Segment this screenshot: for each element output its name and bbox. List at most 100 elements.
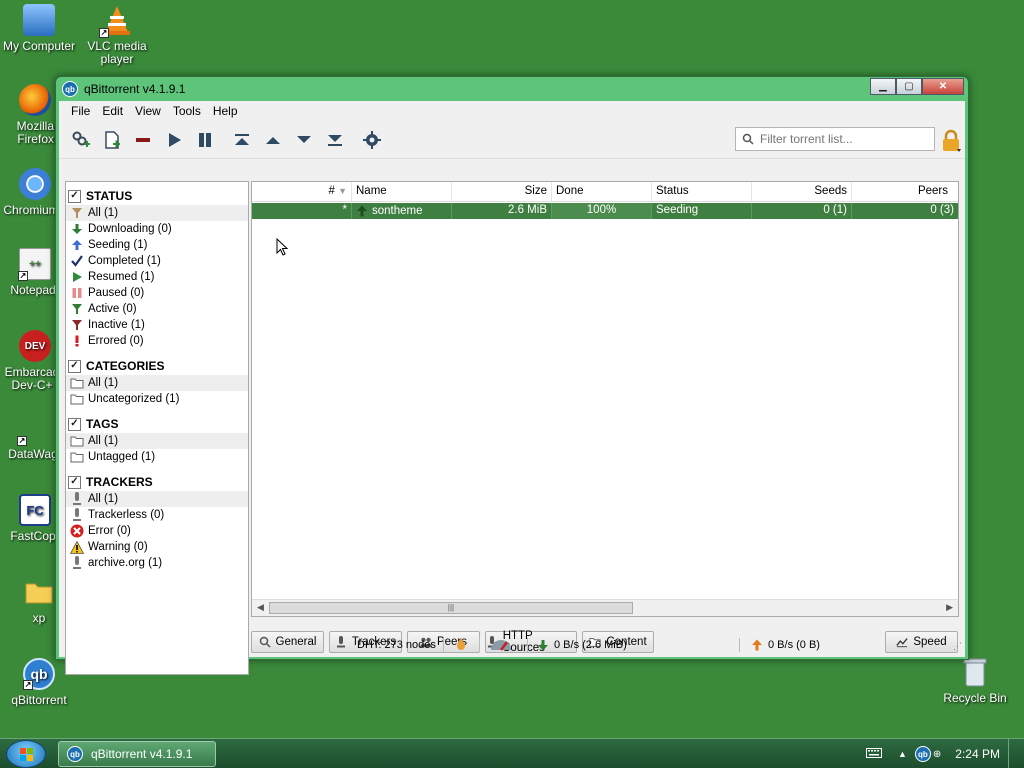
column-header-peers[interactable]: Peers [852, 182, 952, 201]
status-filter-completed[interactable]: Completed (1) [66, 253, 248, 269]
categories-section-checkbox[interactable]: ✓ [68, 359, 81, 373]
pause-button[interactable] [189, 126, 220, 154]
status-filter-seeding[interactable]: Seeding (1) [66, 237, 248, 253]
folder-icon [70, 376, 84, 390]
menu-view[interactable]: View [129, 104, 167, 118]
menu-help[interactable]: Help [207, 104, 244, 118]
status-section-header[interactable]: ✓ STATUS [66, 187, 248, 205]
checkmark-icon [70, 254, 84, 268]
menu-edit[interactable]: Edit [96, 104, 129, 118]
move-down-button[interactable] [288, 126, 319, 154]
alt-speed-limits-icon[interactable] [489, 637, 513, 654]
column-header-status[interactable]: Status [652, 182, 752, 201]
status-filter-label: Paused (0) [88, 287, 145, 299]
torrent-row[interactable]: * sontheme 2.6 MiB 100% Seeding 0 (1) 0 … [252, 203, 958, 219]
download-speed[interactable]: 0 B/s (2.6 MiB) [537, 639, 627, 651]
chromium-icon [19, 168, 51, 200]
keyboard-icon[interactable] [865, 747, 882, 761]
title-bar[interactable]: qb qBittorrent v4.1.9.1 ▁ ▢ ✕ [56, 77, 968, 101]
qbittorrent-tray-icon[interactable]: qb [914, 746, 931, 762]
tray-secondary-icon[interactable]: ⊕ [933, 749, 941, 760]
taskbar: qb qBittorrent v4.1.9.1 ▲ qb ⊕ 2:24 PM [0, 738, 1024, 768]
torrent-name-cell: sontheme [352, 203, 452, 219]
menu-tools[interactable]: Tools [167, 104, 207, 118]
delete-torrent-button[interactable] [127, 126, 158, 154]
tracker-filter-trackerless[interactable]: Trackerless (0) [66, 507, 248, 523]
folder-icon [23, 576, 55, 608]
tracker-filter-error[interactable]: Error (0) [66, 523, 248, 539]
move-bottom-button[interactable] [319, 126, 350, 154]
clock[interactable]: 2:24 PM [955, 747, 1000, 761]
status-filter-paused[interactable]: Paused (0) [66, 285, 248, 301]
tags-section-header[interactable]: ✓ TAGS [66, 415, 248, 433]
filter-torrent-input[interactable] [760, 132, 930, 146]
resume-button[interactable] [158, 126, 189, 154]
desktop-icon-vlc[interactable]: ↗ VLC media player [78, 4, 156, 66]
filter-torrent-input-box[interactable] [735, 127, 935, 151]
scroll-right-icon[interactable]: ▶ [946, 602, 953, 613]
column-header-size[interactable]: Size [452, 182, 552, 201]
categories-section-header[interactable]: ✓ CATEGORIES [66, 357, 248, 375]
tracker-filter-warning[interactable]: Warning (0) [66, 539, 248, 555]
show-desktop-button[interactable] [1008, 739, 1018, 768]
tracker-filter-all[interactable]: All (1) [66, 491, 248, 507]
dht-nodes: DHT: 273 nodes [357, 639, 436, 651]
torrent-name: sontheme [372, 205, 423, 217]
desktop-icon-my-computer[interactable]: My Computer [0, 4, 78, 53]
tags-section-checkbox[interactable]: ✓ [68, 417, 81, 431]
resize-grip-icon[interactable]: ⋰ [953, 641, 962, 652]
move-up-button[interactable] [257, 126, 288, 154]
trackers-section-checkbox[interactable]: ✓ [68, 475, 81, 489]
options-button[interactable] [356, 126, 387, 154]
tag-filter-untagged[interactable]: Untagged (1) [66, 449, 248, 465]
upload-speed[interactable]: 0 B/s (0 B) [751, 639, 820, 651]
tracker-filter-label: archive.org (1) [88, 557, 163, 569]
column-header-label: # [328, 185, 335, 197]
trackers-section-header[interactable]: ✓ TRACKERS [66, 473, 248, 491]
status-filter-errored[interactable]: Errored (0) [66, 333, 248, 349]
add-torrent-link-button[interactable] [65, 126, 96, 154]
shortcut-arrow-icon: ↗ [17, 436, 27, 446]
status-separator [443, 638, 444, 652]
column-header-label: Size [524, 185, 547, 197]
desktop-icon-label: VLC media player [87, 39, 147, 66]
firefox-icon [19, 84, 51, 116]
tracker-filter-label: Trackerless (0) [88, 509, 165, 521]
scrollbar-thumb[interactable]: ||| [269, 602, 633, 614]
warning-triangle-icon [70, 540, 84, 554]
status-filter-resumed[interactable]: Resumed (1) [66, 269, 248, 285]
tag-filter-all[interactable]: All (1) [66, 433, 248, 449]
category-filter-all[interactable]: All (1) [66, 375, 248, 391]
window-title: qBittorrent v4.1.9.1 [84, 82, 186, 96]
move-top-button[interactable] [226, 126, 257, 154]
show-hidden-icons-icon[interactable]: ▲ [898, 749, 907, 759]
minimize-button[interactable]: ▁ [870, 78, 896, 95]
column-header-done[interactable]: Done [552, 182, 652, 201]
desktop-icon-recycle-bin[interactable]: Recycle Bin [936, 656, 1014, 705]
column-header-number[interactable]: # ▼ [252, 182, 352, 201]
computer-icon [23, 4, 55, 36]
menu-file[interactable]: File [65, 104, 96, 118]
scroll-left-icon[interactable]: ◀ [257, 602, 264, 613]
column-header-seeds[interactable]: Seeds [752, 182, 852, 201]
tracker-filter-archive-org[interactable]: archive.org (1) [66, 555, 248, 571]
filter-sidebar: ✓ STATUS All (1) Downloading (0) Seeding… [65, 181, 249, 675]
status-filter-downloading[interactable]: Downloading (0) [66, 221, 248, 237]
connection-status-icon[interactable] [455, 637, 467, 654]
status-filter-all[interactable]: All (1) [66, 205, 248, 221]
category-filter-uncategorized[interactable]: Uncategorized (1) [66, 391, 248, 407]
status-section-checkbox[interactable]: ✓ [68, 189, 81, 203]
maximize-button[interactable]: ▢ [896, 78, 922, 95]
start-button[interactable] [6, 740, 46, 768]
taskbar-qbittorrent-button[interactable]: qb qBittorrent v4.1.9.1 [58, 741, 216, 767]
close-button[interactable]: ✕ [922, 78, 964, 95]
add-torrent-file-button[interactable] [96, 126, 127, 154]
horizontal-scrollbar[interactable]: ◀ ||| ▶ [252, 599, 958, 616]
column-header-name[interactable]: Name [352, 182, 452, 201]
status-separator [739, 638, 740, 652]
sort-descending-icon: ▼ [338, 186, 347, 196]
status-bar: DHT: 273 nodes 0 B/s (2.6 MiB) 0 B/s (0 … [59, 635, 965, 657]
status-filter-active[interactable]: Active (0) [66, 301, 248, 317]
lock-ui-button[interactable] [939, 129, 963, 153]
status-filter-inactive[interactable]: Inactive (1) [66, 317, 248, 333]
